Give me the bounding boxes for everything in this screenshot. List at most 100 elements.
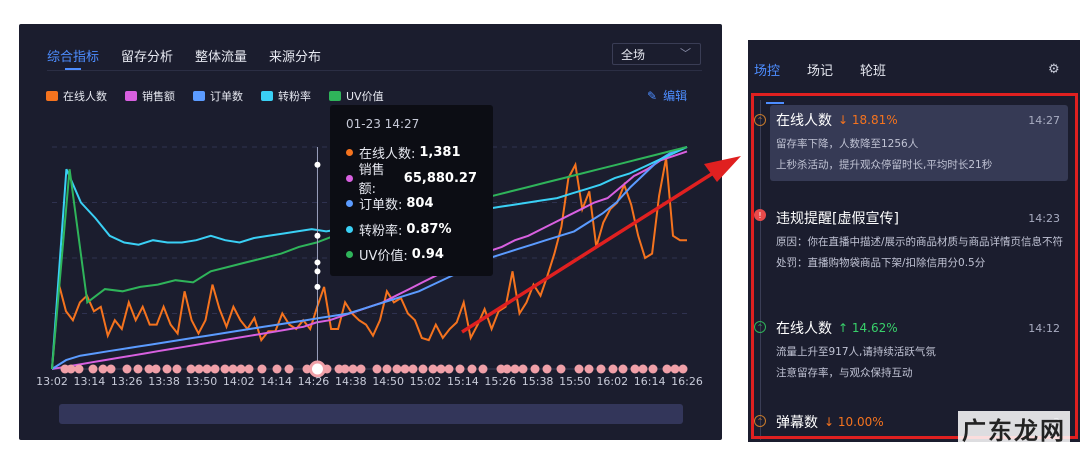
event-marker: [244, 364, 254, 374]
watermark-text: 广东龙网: [958, 411, 1070, 446]
event-marker: [66, 364, 76, 374]
event-marker: [608, 364, 618, 374]
event-marker: [98, 364, 108, 374]
x-tick-label: 15:26: [484, 375, 516, 388]
event-marker: [530, 364, 540, 374]
tab-field-control[interactable]: 场控: [754, 60, 785, 104]
event-marker: [478, 364, 488, 374]
tooltip-dot: [346, 149, 353, 157]
live-control-panel: 场控 场记 轮班 ⚙ ⌃ 在线人数 ↓ 18.81% 14:27 留存率下降，人…: [748, 40, 1080, 442]
event-marker: [518, 364, 528, 374]
x-tick-label: 15:14: [447, 375, 479, 388]
control-tabs: 场控 场记 轮班: [754, 60, 886, 104]
event-marker: [670, 364, 680, 374]
x-tick-label: 15:38: [522, 375, 554, 388]
time-range-scrollbar[interactable]: [59, 404, 683, 424]
event-marker: [257, 364, 267, 374]
event-marker: [455, 364, 465, 374]
event-marker: [678, 364, 688, 374]
event-marker: [596, 364, 606, 374]
event-marker: [348, 364, 358, 374]
event-marker: [172, 364, 182, 374]
event-marker: [428, 364, 438, 374]
hover-point: [314, 283, 321, 290]
tooltip-label: 订单数:: [359, 198, 403, 214]
event-marker: [202, 364, 212, 374]
hover-point: [314, 232, 321, 239]
x-tick-label: 15:02: [410, 375, 442, 388]
tooltip-label: UV价值:: [359, 249, 408, 265]
event-marker: [372, 364, 382, 374]
event-marker: [556, 364, 566, 374]
event-marker: [356, 364, 366, 374]
event-marker: [220, 364, 230, 374]
tooltip-dot: [346, 225, 353, 233]
x-tick-label: 13:50: [186, 375, 218, 388]
highlight-frame: [751, 93, 1078, 439]
event-marker: [648, 364, 658, 374]
x-tick-label: 16:26: [671, 375, 703, 388]
x-tick-label: 14:02: [223, 375, 255, 388]
x-tick-label: 13:02: [36, 375, 68, 388]
tooltip-row-orders: 订单数: 804: [346, 191, 477, 217]
event-marker: [340, 364, 350, 374]
event-marker: [574, 364, 584, 374]
gear-icon[interactable]: ⚙: [1048, 62, 1060, 77]
x-tick-label: 14:50: [372, 375, 404, 388]
tab-field-notes[interactable]: 场记: [807, 60, 833, 79]
event-marker: [122, 364, 132, 374]
event-marker: [630, 364, 640, 374]
event-marker: [74, 364, 84, 374]
tooltip-row-follow-rate: 转粉率: 0.87%: [346, 217, 477, 243]
tab-shifts[interactable]: 轮班: [860, 60, 886, 79]
x-tick-label: 14:14: [260, 375, 292, 388]
event-marker: [284, 364, 294, 374]
event-marker: [228, 364, 238, 374]
event-marker: [638, 364, 648, 374]
tooltip-label: 转粉率:: [359, 223, 403, 239]
tooltip-value: 1,381: [419, 145, 461, 161]
tooltip-dot: [346, 174, 353, 182]
event-marker: [436, 364, 446, 374]
tooltip-value: 804: [406, 196, 434, 212]
x-tick-label: 16:02: [596, 375, 628, 388]
event-marker: [106, 364, 116, 374]
chart-tooltip: 01-23 14:27 在线人数: 1,381 销售额: 65,880.27 订单数…: [330, 105, 493, 276]
x-tick-label: 14:26: [298, 375, 330, 388]
event-marker: [194, 364, 204, 374]
tooltip-label: 销售额:: [358, 163, 385, 198]
tooltip-value: 65,880.27: [403, 170, 477, 186]
tooltip-dot: [346, 200, 353, 208]
event-marker: [510, 364, 520, 374]
event-marker: [186, 364, 196, 374]
event-marker: [382, 364, 392, 374]
hover-point: [314, 161, 321, 168]
event-marker: [236, 364, 246, 374]
event-marker: [542, 364, 552, 374]
event-marker: [210, 364, 220, 374]
event-marker: [162, 364, 172, 374]
hover-point: [314, 259, 321, 266]
dashboard-panel: 综合指标 留存分析 整体流量 来源分布 全场 ﹀ 在线人数 销售额 订单数 转粉…: [19, 24, 722, 440]
tooltip-row-uv-value: UV价值: 0.94: [346, 242, 477, 268]
hover-point: [314, 268, 321, 275]
event-marker: [272, 364, 282, 374]
event-marker: [392, 364, 402, 374]
event-marker: [408, 364, 418, 374]
tooltip-value: 0.94: [411, 247, 444, 263]
event-marker: [584, 364, 594, 374]
event-marker: [400, 364, 410, 374]
tooltip-value: 0.87%: [406, 221, 452, 237]
event-marker: [88, 364, 98, 374]
event-marker: [662, 364, 672, 374]
event-marker: [467, 364, 477, 374]
event-marker: [502, 364, 512, 374]
x-tick-label: 14:38: [335, 375, 367, 388]
tooltip-dot: [346, 251, 353, 259]
event-marker: [133, 364, 143, 374]
event-marker: [444, 364, 454, 374]
x-tick-label: 16:14: [634, 375, 666, 388]
event-marker-active: [308, 360, 326, 378]
tooltip-time: 01-23 14:27: [346, 117, 420, 131]
x-tick-label: 13:26: [111, 375, 143, 388]
